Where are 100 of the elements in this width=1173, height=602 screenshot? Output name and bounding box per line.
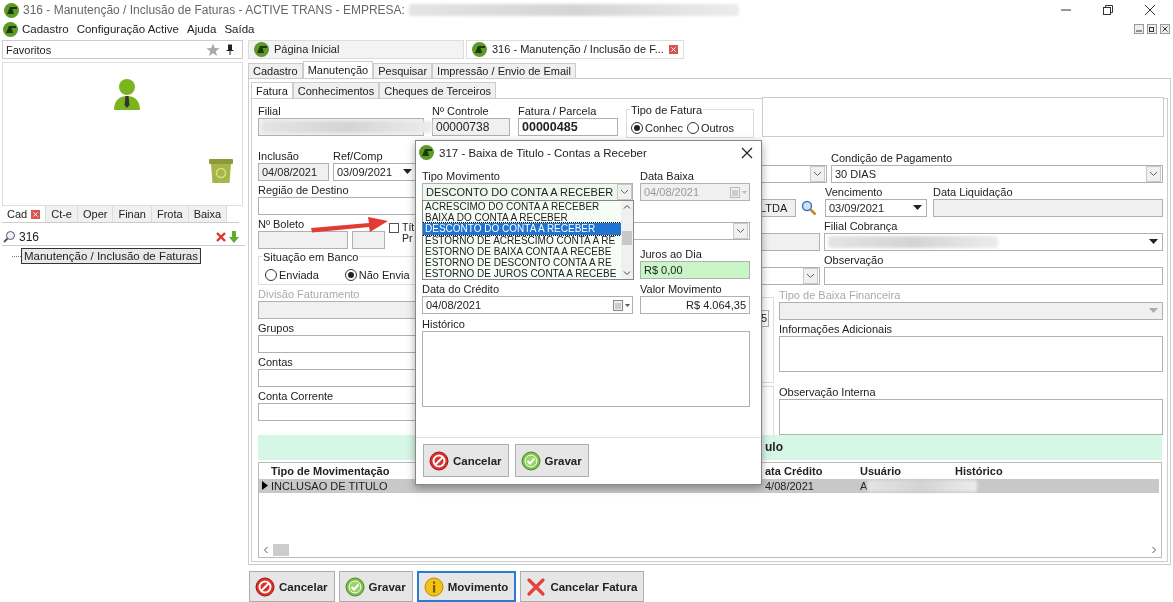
cancel-icon: [429, 450, 449, 471]
tab[interactable]: Cheques de Terceiros: [379, 81, 497, 98]
panel-tab[interactable]: Baixa: [188, 206, 228, 222]
field-label: Tipo Movimento: [422, 170, 501, 183]
panel-tab[interactable]: Oper: [77, 206, 114, 222]
tree-item[interactable]: Manutenção / Inclusão de Faturas: [21, 248, 201, 264]
info-icon: [423, 576, 444, 597]
chevron-down-icon[interactable]: [617, 184, 633, 200]
list-option[interactable]: BAIXA DO CONTA A RECEBER: [423, 212, 621, 224]
menu-item[interactable]: Ajuda: [182, 23, 221, 35]
field-label: Divisão Faturamento: [258, 287, 361, 301]
check-icon: [520, 450, 541, 471]
column-header[interactable]: Histórico: [955, 464, 1003, 477]
scrollbar-thumb[interactable]: [273, 543, 289, 556]
scroll-right-icon[interactable]: [1150, 545, 1158, 554]
dropdown[interactable]: 30 DIAS: [831, 164, 1163, 183]
user-icon: [112, 78, 142, 110]
caret-icon[interactable]: [913, 205, 922, 211]
button[interactable]: Gravar: [514, 444, 589, 477]
arrow-down-icon[interactable]: [229, 230, 239, 243]
radio-button[interactable]: Conhec: [631, 121, 683, 134]
tab[interactable]: Manutenção: [302, 60, 374, 78]
field-label: Grupos: [258, 321, 296, 335]
dialog-title: 317 - Baixa de Titulo - Contas a Receber: [439, 146, 647, 159]
column-header[interactable]: Usuário: [860, 464, 955, 477]
caret-icon[interactable]: [1149, 239, 1158, 245]
field-label: Valor Movimento: [640, 283, 723, 296]
input-field[interactable]: R$ 4.064,35: [640, 296, 750, 314]
tab[interactable]: Conhecimentos: [292, 81, 380, 98]
scroll-up-icon[interactable]: [623, 203, 631, 211]
logo-icon: [254, 42, 269, 57]
clear-icon[interactable]: [216, 231, 226, 242]
star-icon[interactable]: [206, 42, 220, 57]
tab[interactable]: Cadastro: [248, 62, 303, 78]
checkbox-label: Tít: [402, 221, 415, 233]
calendar-icon[interactable]: [613, 299, 631, 311]
field-label: Data Baixa: [640, 170, 695, 183]
field-label: Histórico: [422, 318, 466, 331]
list-option[interactable]: DESCONTO DO CONTA A RECEBER: [423, 223, 621, 235]
checkbox-icon[interactable]: [389, 222, 399, 233]
panel-tab[interactable]: Finan: [113, 206, 152, 222]
menu-item[interactable]: Configuração Active: [72, 23, 183, 35]
trash-icon[interactable]: [208, 158, 234, 184]
panel-tab[interactable]: Ct-e: [46, 206, 78, 222]
scroll-down-icon[interactable]: [623, 269, 631, 277]
field-label: Condição de Pagamento: [831, 151, 954, 165]
field-label: Observação: [824, 253, 885, 267]
field-label: Fatura / Parcela: [518, 104, 598, 118]
column-header[interactable]: ata Crédito: [765, 464, 860, 477]
restore-icon[interactable]: [1147, 24, 1157, 34]
scrollbar-thumb[interactable]: [622, 231, 632, 245]
row-pointer-icon: [262, 481, 268, 491]
search-field[interactable]: 316: [2, 228, 245, 246]
close-icon[interactable]: [1160, 24, 1170, 34]
menu-item[interactable]: Cadastro: [18, 23, 73, 35]
search-icon: [3, 230, 16, 243]
caret-icon[interactable]: [403, 169, 412, 175]
list-option[interactable]: ESTORNO DE BAIXA CONTA A RECEBE: [423, 245, 621, 257]
input-field[interactable]: R$ 0,00: [640, 261, 750, 279]
document-tab[interactable]: 316 - Manutenção / Inclusão de F...: [466, 40, 684, 59]
restore-icon[interactable]: [1102, 4, 1114, 16]
field-label: Vencimento: [825, 185, 884, 199]
pin-icon[interactable]: [226, 44, 234, 55]
list-option[interactable]: ACRESCIMO DO CONTA A RECEBER: [423, 201, 621, 213]
radio-button[interactable]: Não Envia: [344, 268, 410, 281]
field-label: Contas: [258, 355, 294, 369]
close-icon[interactable]: [1144, 4, 1156, 16]
date-field[interactable]: 03/09/2021: [825, 198, 927, 217]
close-icon[interactable]: [741, 146, 753, 159]
radio-button[interactable]: Outros: [686, 121, 734, 134]
tab[interactable]: Pesquisar: [373, 62, 433, 78]
field-label: Data do Crédito: [422, 283, 501, 296]
button[interactable]: Cancelar Fatura: [520, 571, 645, 602]
date-field[interactable]: 04/08/2021: [422, 296, 633, 314]
list-option[interactable]: ESTORNO DE ACRESCIMO CONTA A RE: [423, 234, 621, 246]
list-option[interactable]: ESTORNO DE JUROS CONTA A RECEBE: [423, 268, 621, 279]
menu-item[interactable]: Saída: [220, 23, 259, 35]
panel-tab[interactable]: Frota: [151, 206, 189, 222]
scroll-left-icon[interactable]: [262, 545, 270, 554]
chevron-down-icon[interactable]: [1146, 165, 1161, 182]
group-label: Situação em Banco: [262, 250, 360, 263]
chevron-down-icon[interactable]: [733, 223, 748, 239]
cancel-icon: [255, 576, 275, 597]
logo-icon: [4, 2, 19, 18]
button[interactable]: Movimento: [416, 571, 517, 602]
input-field[interactable]: 00000485: [518, 117, 618, 136]
tab[interactable]: Impressão / Envio de Email: [432, 62, 576, 78]
date-field[interactable]: 03/09/2021: [333, 162, 417, 181]
button[interactable]: Cancelar: [249, 571, 335, 602]
button[interactable]: Cancelar: [423, 444, 509, 477]
field-label: Inclusão: [258, 149, 300, 163]
chevron-down-icon[interactable]: [803, 267, 818, 284]
field-label: Informações Adicionais: [779, 322, 894, 336]
document-tab[interactable]: Página Inicial: [248, 40, 464, 59]
dropdown[interactable]: DESCONTO DO CONTA A RECEBER: [422, 183, 633, 201]
chevron-down-icon[interactable]: [810, 165, 825, 182]
table-cell: A: [860, 479, 868, 492]
button[interactable]: Gravar: [338, 571, 413, 602]
tab[interactable]: Fatura: [251, 81, 293, 98]
radio-button[interactable]: Enviada: [265, 268, 319, 281]
